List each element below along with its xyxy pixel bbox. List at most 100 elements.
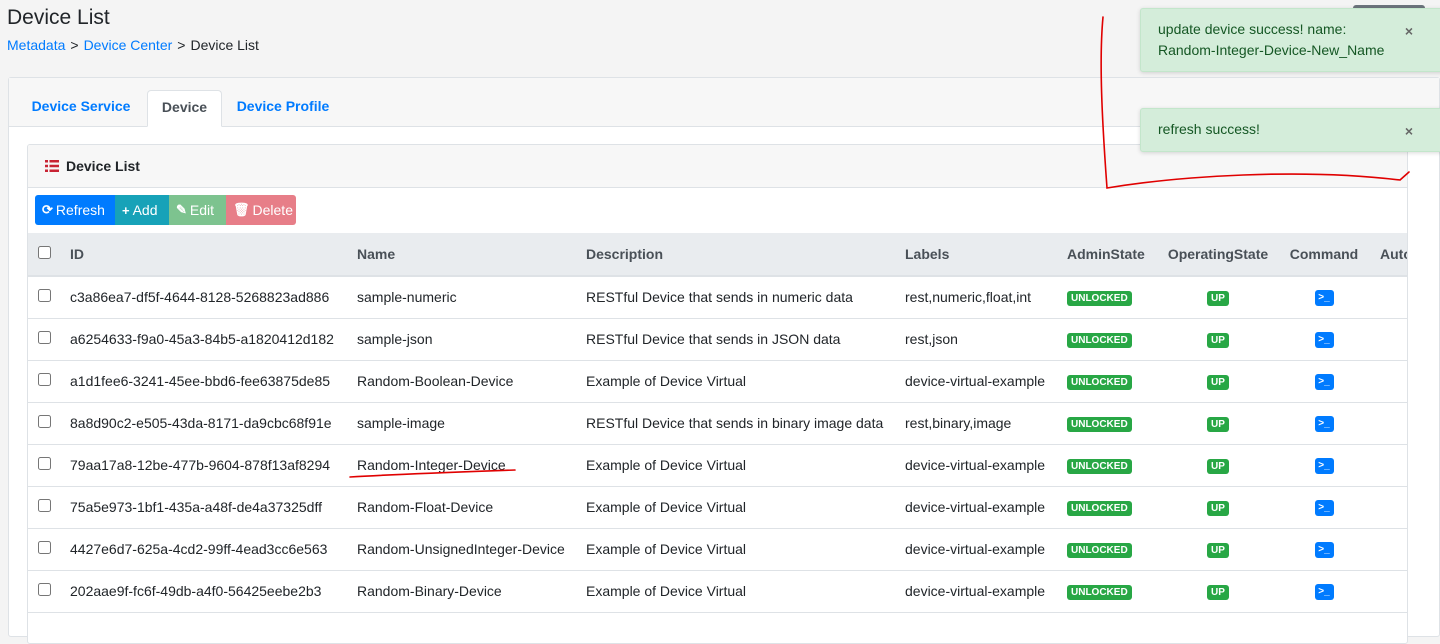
delete-label: Delete [252, 202, 293, 218]
tab-device-profile[interactable]: Device Profile [227, 90, 339, 127]
panel-title: Device List [66, 158, 140, 174]
device-description: RESTful Device that sends in binary imag… [578, 402, 897, 445]
operating-state-badge: UP [1207, 417, 1229, 432]
table-row[interactable]: 4427e6d7-625a-4cd2-99ff-4ead3cc6e563 Ran… [28, 528, 1407, 571]
add-label: Add [132, 202, 158, 218]
toast-refresh-success: refresh success! × [1140, 108, 1440, 152]
device-name: Random-Boolean-Device [349, 360, 578, 403]
breadcrumb-current: Device List [190, 37, 259, 53]
admin-state-badge: UNLOCKED [1067, 501, 1132, 516]
refresh-button[interactable]: ⟳ Refresh [35, 195, 115, 225]
table-row[interactable]: 75a5e973-1bf1-435a-a48f-de4a37325dff Ran… [28, 486, 1407, 529]
edit-icon: ✎ [176, 202, 187, 217]
device-table: ID Name Description Labels AdminState Op… [28, 233, 1407, 613]
row-checkbox[interactable] [38, 331, 51, 344]
device-description: RESTful Device that sends in JSON data [578, 318, 897, 361]
device-description: Example of Device Virtual [578, 360, 897, 403]
terminal-icon[interactable]: >_ [1314, 415, 1334, 432]
toast-update-success: update device success! name: Random-Inte… [1140, 8, 1440, 72]
column-header-auto[interactable]: Auto [1368, 233, 1407, 277]
operating-state-badge: UP [1207, 459, 1229, 474]
admin-state-badge: UNLOCKED [1067, 333, 1132, 348]
column-header-adminstate[interactable]: AdminState [1059, 233, 1156, 277]
terminal-icon[interactable]: >_ [1314, 583, 1334, 600]
row-checkbox[interactable] [38, 289, 51, 303]
terminal-icon[interactable]: >_ [1314, 373, 1334, 390]
plus-icon: + [122, 202, 130, 218]
tab-device[interactable]: Device [147, 90, 222, 127]
device-id: a1d1fee6-3241-45ee-bbd6-fee63875de85 [64, 360, 349, 403]
device-id: a6254633-f9a0-45a3-84b5-a1820412d182 [64, 318, 349, 361]
device-id: 79aa17a8-12be-477b-9604-878f13af8294 [64, 444, 349, 487]
device-labels: device-virtual-example [897, 528, 1059, 571]
device-labels: device-virtual-example [897, 444, 1059, 487]
terminal-icon[interactable]: >_ [1314, 289, 1334, 306]
operating-state-badge: UP [1207, 585, 1229, 600]
breadcrumb-device-center[interactable]: Device Center [84, 37, 173, 53]
device-name: sample-numeric [349, 276, 578, 319]
terminal-icon[interactable]: >_ [1314, 331, 1334, 348]
device-center-card: Device Service Device Device Profile Dev… [8, 77, 1440, 644]
close-icon[interactable]: × [1405, 121, 1413, 142]
device-name: Random-UnsignedInteger-Device [349, 528, 578, 571]
column-header-operatingstate[interactable]: OperatingState [1156, 233, 1280, 277]
device-name: sample-image [349, 402, 578, 445]
device-name: sample-json [349, 318, 578, 361]
tab-device-service[interactable]: Device Service [20, 90, 142, 127]
column-header-labels[interactable]: Labels [897, 233, 1059, 277]
column-header-command[interactable]: Command [1280, 233, 1368, 277]
refresh-icon: ⟳ [42, 202, 53, 217]
row-checkbox[interactable] [38, 373, 51, 386]
operating-state-badge: UP [1207, 501, 1229, 516]
edit-label: Edit [189, 202, 215, 218]
device-labels: rest,binary,image [897, 402, 1059, 445]
refresh-label: Refresh [55, 202, 105, 218]
device-id: 75a5e973-1bf1-435a-a48f-de4a37325dff [64, 486, 349, 529]
admin-state-badge: UNLOCKED [1067, 291, 1132, 307]
table-row[interactable]: a6254633-f9a0-45a3-84b5-a1820412d182 sam… [28, 318, 1407, 361]
terminal-icon[interactable]: >_ [1314, 457, 1334, 474]
admin-state-badge: UNLOCKED [1067, 585, 1132, 600]
table-row[interactable]: 202aae9f-fc6f-49db-a4f0-56425eebe2b3 Ran… [28, 570, 1407, 613]
terminal-icon[interactable]: >_ [1314, 499, 1334, 516]
operating-state-badge: UP [1207, 333, 1229, 348]
device-list-panel: Device List ⟳ Refresh + Add ✎ Edit 🗑 Del… [27, 144, 1408, 644]
table-row[interactable]: 8a8d90c2-e505-43da-8171-da9cbc68f91e sam… [28, 402, 1407, 445]
admin-state-badge: UNLOCKED [1067, 459, 1132, 474]
row-checkbox[interactable] [38, 457, 51, 470]
column-header-id[interactable]: ID [64, 233, 349, 277]
device-name: Random-Float-Device [349, 486, 578, 529]
device-labels: rest,json [897, 318, 1059, 361]
device-id: 8a8d90c2-e505-43da-8171-da9cbc68f91e [64, 402, 349, 445]
device-description: Example of Device Virtual [578, 570, 897, 613]
device-description: Example of Device Virtual [578, 528, 897, 571]
table-row[interactable]: c3a86ea7-df5f-4644-8128-5268823ad886 sam… [28, 276, 1407, 319]
device-id: 4427e6d7-625a-4cd2-99ff-4ead3cc6e563 [64, 528, 349, 571]
column-header-name[interactable]: Name [349, 233, 578, 277]
select-all-checkbox[interactable] [38, 246, 51, 259]
device-description: Example of Device Virtual [578, 444, 897, 487]
close-icon[interactable]: × [1405, 21, 1413, 42]
device-id: c3a86ea7-df5f-4644-8128-5268823ad886 [64, 276, 349, 319]
breadcrumb-metadata[interactable]: Metadata [7, 37, 65, 53]
row-checkbox[interactable] [38, 415, 51, 428]
row-checkbox[interactable] [38, 583, 51, 596]
row-checkbox[interactable] [38, 499, 51, 512]
edit-button[interactable]: ✎ Edit [169, 195, 226, 225]
trash-icon: 🗑 [233, 202, 250, 217]
admin-state-badge: UNLOCKED [1067, 543, 1132, 558]
table-row[interactable]: a1d1fee6-3241-45ee-bbd6-fee63875de85 Ran… [28, 360, 1407, 403]
delete-button[interactable]: 🗑 Delete [226, 195, 296, 225]
operating-state-badge: UP [1207, 375, 1229, 390]
device-labels: rest,numeric,float,int [897, 276, 1059, 319]
terminal-icon[interactable]: >_ [1314, 541, 1334, 558]
row-checkbox[interactable] [38, 541, 51, 554]
device-name: Random-Binary-Device [349, 570, 578, 613]
table-row[interactable]: 79aa17a8-12be-477b-9604-878f13af8294 Ran… [28, 444, 1407, 487]
device-labels: device-virtual-example [897, 486, 1059, 529]
add-button[interactable]: + Add [115, 195, 169, 225]
operating-state-badge: UP [1207, 291, 1229, 307]
column-header-description[interactable]: Description [578, 233, 897, 277]
device-id: 202aae9f-fc6f-49db-a4f0-56425eebe2b3 [64, 570, 349, 613]
device-description: RESTful Device that sends in numeric dat… [578, 276, 897, 319]
